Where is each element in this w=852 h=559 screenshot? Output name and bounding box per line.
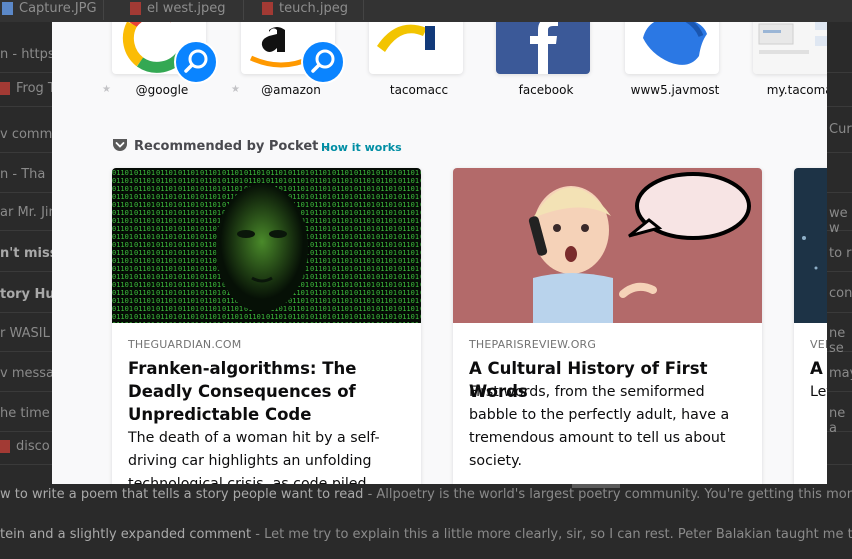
top-site-label: tacomacc	[389, 83, 449, 97]
background-tab-2[interactable]: el west.jpeg	[130, 0, 226, 20]
background-fragment: we w	[829, 206, 848, 236]
background-tab-label: Capture.JPG	[19, 1, 97, 16]
search-icon	[301, 40, 345, 84]
story-image: 01101	[112, 168, 421, 323]
story-excerpt: The death of a woman hit by a self-drivi…	[128, 430, 380, 484]
top-site-label: ★ @google	[102, 83, 189, 97]
background-fragment: conter	[829, 286, 852, 301]
pin-icon: ★	[102, 84, 111, 95]
background-fragment: ne a	[829, 406, 846, 436]
story-title: Franken-algorithms: The Deadly Consequen…	[128, 359, 357, 424]
background-bottom-line[interactable]: w to write a poem that tells a story peo…	[0, 487, 852, 502]
story-source: THEGUARDIAN.COM	[128, 338, 242, 351]
background-tab-label: el west.jpeg	[147, 1, 226, 16]
image-file-icon	[2, 2, 13, 15]
facebook-icon	[496, 22, 590, 74]
top-site-label: www5.javmost	[630, 83, 720, 97]
pocket-section-header[interactable]: Recommended by Pocket ⌄	[112, 138, 332, 156]
pocket-story-card[interactable]: 01101 THEGUARDIAN.COM Franken-algorithms…	[112, 168, 421, 484]
image-file-icon	[262, 2, 273, 15]
background-fragment: may	[829, 366, 852, 381]
story-excerpt: Let	[810, 384, 827, 400]
pocket-icon	[113, 139, 127, 151]
tacomacc-icon	[369, 22, 463, 74]
background-fragment: to r	[829, 246, 852, 261]
story-title: A	[810, 359, 823, 378]
javmost-icon	[625, 22, 719, 74]
top-site-label: my.tacomac	[766, 83, 827, 97]
file-icon	[0, 440, 10, 453]
top-site-label: facebook	[518, 83, 574, 97]
top-site-label: ★ @amazon	[231, 83, 321, 97]
background-tab-strip: Capture.JPG el west.jpeg teuch.jpeg	[0, 0, 852, 22]
horizontal-scrollbar[interactable]	[572, 484, 620, 488]
story-excerpt: First words, from the semiformed babble …	[469, 384, 730, 469]
story-image	[794, 168, 827, 323]
pocket-heading: Recommended by Pocket	[134, 139, 319, 154]
story-source: THEPARISREVIEW.ORG	[469, 338, 597, 351]
background-tab-3[interactable]: teuch.jpeg	[262, 0, 348, 20]
story-source: VER	[810, 338, 827, 351]
background-fragment: Cur	[829, 122, 852, 137]
background-fragment: ne se	[829, 326, 846, 356]
pin-icon: ★	[231, 84, 240, 95]
background-tab-label: teuch.jpeg	[279, 1, 348, 16]
background-bottom-line[interactable]: tein and a slightly expanded comment - L…	[0, 527, 852, 542]
story-image	[453, 168, 762, 323]
pocket-story-card[interactable]: THEPARISREVIEW.ORG A Cultural History of…	[453, 168, 762, 484]
search-icon	[174, 40, 218, 84]
image-file-icon	[130, 2, 141, 15]
pocket-story-card[interactable]: VER A Let	[794, 168, 827, 484]
background-tab-1[interactable]: Capture.JPG	[2, 0, 97, 20]
file-icon	[0, 82, 10, 95]
how-it-works-link[interactable]: How it works	[321, 141, 402, 154]
screenshot-thumbnail	[753, 22, 827, 74]
new-tab-page: ★ @google ★ @amazon tacomacc facebook ww…	[52, 22, 827, 484]
